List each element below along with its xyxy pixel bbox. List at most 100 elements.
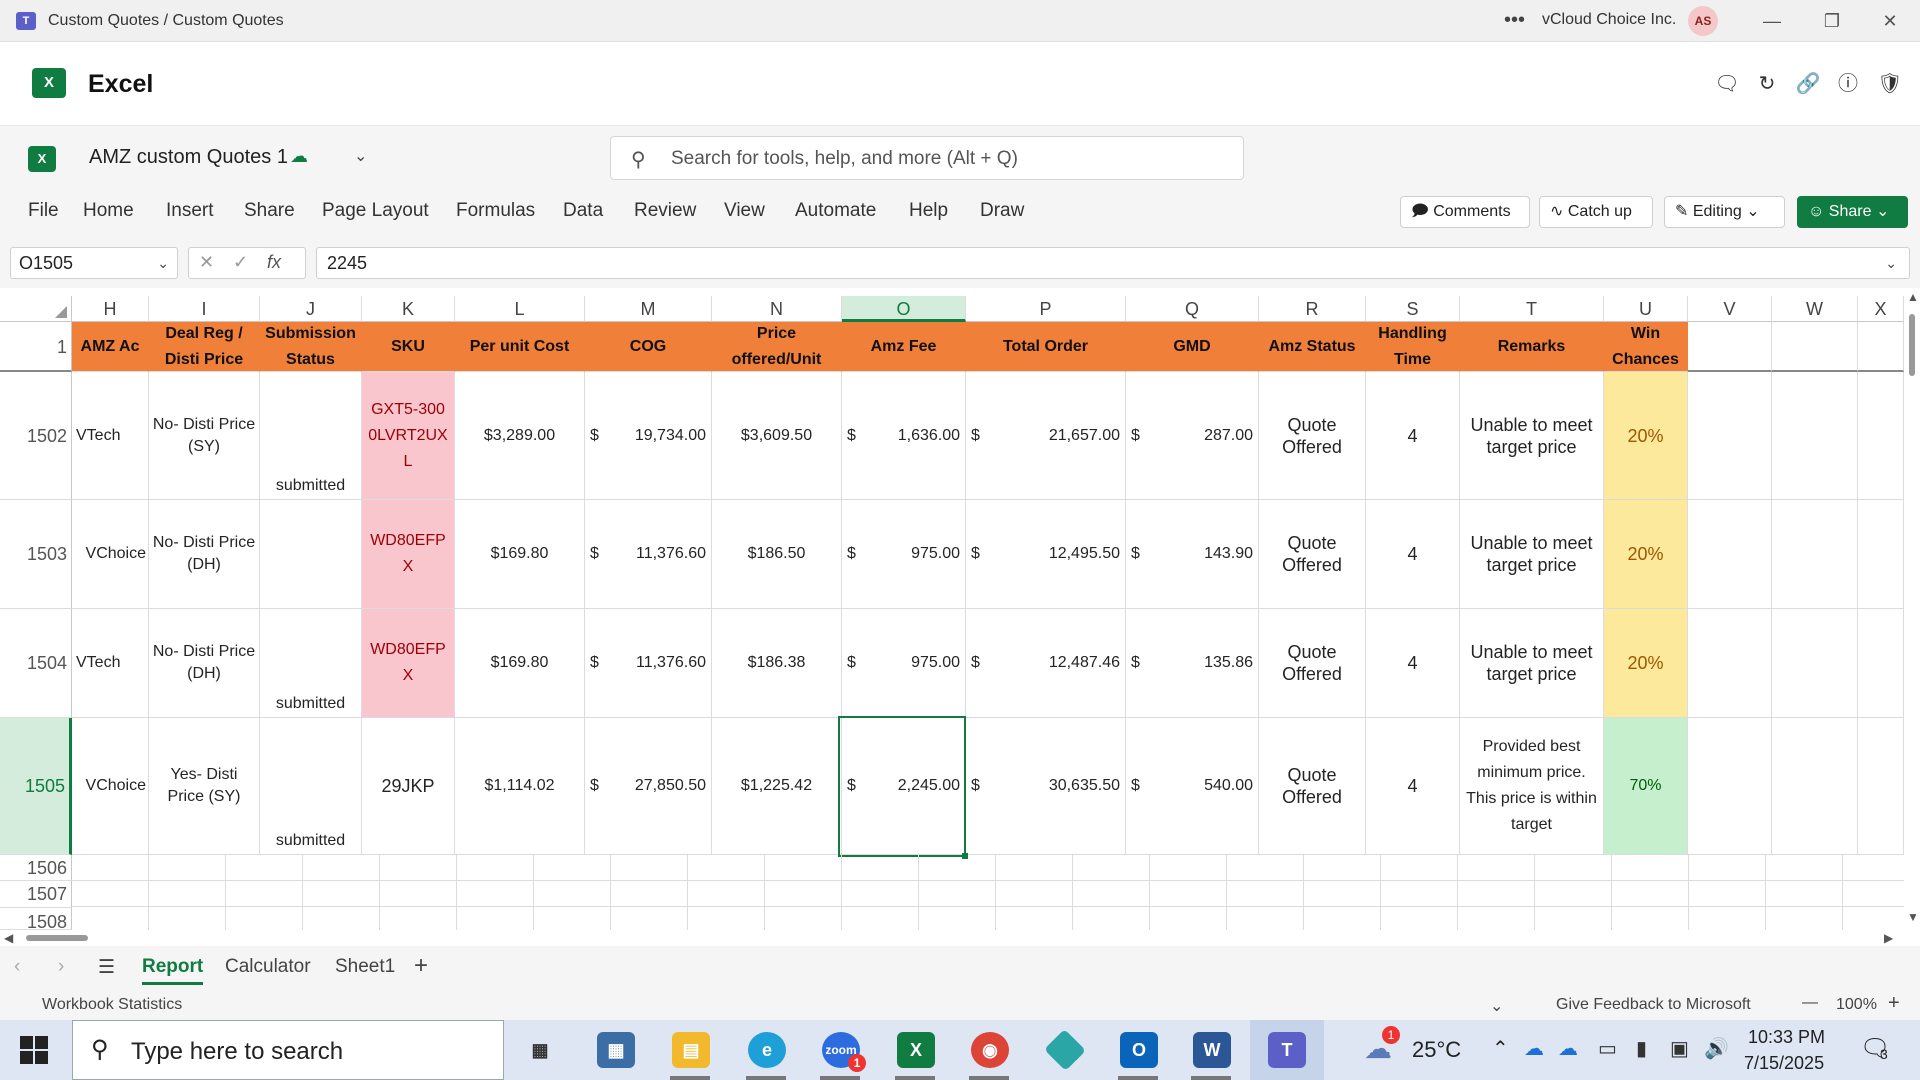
empty-cell[interactable] xyxy=(1688,322,1772,372)
row-header-1506[interactable]: 1506 xyxy=(0,855,72,881)
minimize-icon[interactable]: — xyxy=(1752,6,1792,36)
cell-cog[interactable]: $11,376.60 xyxy=(585,609,712,718)
select-all-corner[interactable] xyxy=(0,296,72,322)
header-total-order[interactable]: Total Order xyxy=(966,322,1126,372)
app-diamond-icon[interactable] xyxy=(1044,1029,1086,1071)
header-submission-status[interactable]: Submission Status xyxy=(260,322,362,372)
restore-icon[interactable]: ❐ xyxy=(1812,6,1852,36)
chat-icon[interactable]: 🗨 xyxy=(1713,70,1741,98)
horizontal-scrollbar[interactable]: ◀ ▶ xyxy=(0,930,1904,946)
vertical-scrollbar[interactable]: ▲ ▼ xyxy=(1904,290,1920,930)
tab-share[interactable]: Share xyxy=(244,200,295,222)
row-header-1508[interactable]: 1508 xyxy=(0,908,72,930)
empty-cell[interactable] xyxy=(1858,322,1904,372)
empty-cell[interactable] xyxy=(1858,372,1904,500)
cell-gmd[interactable]: $540.00 xyxy=(1126,718,1259,855)
cell-win-chances[interactable]: 70% xyxy=(1604,718,1688,855)
cell-per-unit-cost[interactable]: $3,289.00 xyxy=(455,372,585,500)
zoom-out-icon[interactable]: — xyxy=(1802,994,1818,1012)
cell-account[interactable]: VChoice xyxy=(72,718,149,855)
cell-gmd[interactable]: $135.86 xyxy=(1126,609,1259,718)
empty-cell[interactable] xyxy=(1772,609,1858,718)
cell-win-chances[interactable]: 20% xyxy=(1604,609,1688,718)
row-header-1504[interactable]: 1504 xyxy=(0,609,72,718)
col-header-s[interactable]: S xyxy=(1366,296,1460,322)
col-header-t[interactable]: T xyxy=(1460,296,1604,322)
shield-icon[interactable]: 🛡 xyxy=(1876,70,1904,98)
row-header-1507[interactable]: 1507 xyxy=(0,881,72,908)
edge-icon[interactable]: e xyxy=(748,1032,786,1068)
cell-amz-status[interactable]: Quote Offered xyxy=(1259,609,1366,718)
header-amz-account[interactable]: AMZ Ac xyxy=(72,322,149,372)
spreadsheet-grid[interactable]: H I J K L M N O P Q R S T U V W X 1 AMZ … xyxy=(0,296,1920,930)
cell-cog[interactable]: $27,850.50 xyxy=(585,718,712,855)
empty-cell[interactable] xyxy=(1772,500,1858,609)
calculator-icon[interactable]: ▦ xyxy=(597,1032,635,1068)
empty-cell[interactable] xyxy=(1858,718,1904,855)
link-icon[interactable]: 🔗 xyxy=(1794,70,1822,98)
cell-sku[interactable]: WD80EFPX xyxy=(362,500,455,609)
row-header-1502[interactable]: 1502 xyxy=(0,372,72,500)
tab-page-layout[interactable]: Page Layout xyxy=(322,200,429,222)
cell-remarks[interactable]: Unable to meet target price xyxy=(1460,372,1604,500)
next-sheet-icon[interactable]: › xyxy=(58,956,64,978)
cell-per-unit-cost[interactable]: $1,114.02 xyxy=(455,718,585,855)
cancel-icon[interactable]: ✕ xyxy=(199,252,214,273)
function-icon[interactable]: fx xyxy=(267,252,281,273)
cell-handling-time[interactable]: 4 xyxy=(1366,718,1460,855)
cell-win-chances[interactable]: 20% xyxy=(1604,372,1688,500)
zoom-app-icon[interactable]: zoom 1 xyxy=(822,1032,866,1072)
cell-handling-time[interactable]: 4 xyxy=(1366,609,1460,718)
header-amz-fee[interactable]: Amz Fee xyxy=(842,322,966,372)
scroll-down-icon[interactable]: ▼ xyxy=(1907,910,1919,924)
onedrive-business-icon[interactable]: ☁ xyxy=(1558,1036,1578,1061)
col-header-o[interactable]: O xyxy=(842,296,966,322)
empty-cell[interactable] xyxy=(1772,372,1858,500)
cell-submission-status[interactable] xyxy=(260,500,362,609)
header-deal-reg[interactable]: Deal Reg / Disti Price xyxy=(149,322,260,372)
col-header-q[interactable]: Q xyxy=(1126,296,1259,322)
add-sheet-icon[interactable]: + xyxy=(414,952,428,980)
taskbar-search[interactable]: ⚲ Type here to search xyxy=(72,1020,504,1080)
cell-handling-time[interactable]: 4 xyxy=(1366,500,1460,609)
avatar[interactable]: AS xyxy=(1688,6,1718,36)
tray-app-icon[interactable]: ▭ xyxy=(1598,1036,1617,1061)
col-header-k[interactable]: K xyxy=(362,296,455,322)
cell-price-offered[interactable]: $3,609.50 xyxy=(712,372,842,500)
col-header-i[interactable]: I xyxy=(149,296,260,322)
header-price-offered[interactable]: Price offered/Unit xyxy=(712,322,842,372)
prev-sheet-icon[interactable]: ‹ xyxy=(14,956,20,978)
cell-amz-fee[interactable]: $1,636.00 xyxy=(842,372,966,500)
clock-time[interactable]: 10:33 PM xyxy=(1748,1027,1825,1048)
cell-deal-reg[interactable]: Yes- Disti Price (SY) xyxy=(149,718,260,855)
cell-submission-status[interactable]: submitted xyxy=(260,372,362,500)
chevron-down-icon[interactable]: ⌄ xyxy=(354,146,367,166)
document-name[interactable]: AMZ custom Quotes 1 xyxy=(89,146,288,169)
chrome-icon[interactable]: ◉ xyxy=(971,1032,1009,1068)
cell-price-offered[interactable]: $186.38 xyxy=(712,609,842,718)
chevron-down-icon[interactable]: ⌄ xyxy=(1490,996,1503,1016)
cell-account[interactable]: VChoice xyxy=(72,500,149,609)
expand-chevron-icon[interactable]: ⌄ xyxy=(1885,248,1897,278)
cell-amz-status[interactable]: Quote Offered xyxy=(1259,372,1366,500)
cell-per-unit-cost[interactable]: $169.80 xyxy=(455,500,585,609)
cell-amz-status[interactable]: Quote Offered xyxy=(1259,500,1366,609)
col-header-x[interactable]: X xyxy=(1858,296,1904,322)
tab-review[interactable]: Review xyxy=(634,200,696,222)
tab-formulas[interactable]: Formulas xyxy=(456,200,535,222)
onedrive-icon[interactable]: ☁ xyxy=(1524,1036,1544,1061)
col-header-u[interactable]: U xyxy=(1604,296,1688,322)
cell-sku[interactable]: WD80EFPX xyxy=(362,609,455,718)
more-options-icon[interactable]: ••• xyxy=(1504,9,1525,32)
col-header-j[interactable]: J xyxy=(260,296,362,322)
cell-remarks[interactable]: Unable to meet target price xyxy=(1460,500,1604,609)
empty-cell[interactable] xyxy=(1772,322,1858,372)
chevron-up-icon[interactable]: ⌃ xyxy=(1492,1036,1509,1061)
tab-help[interactable]: Help xyxy=(909,200,948,222)
name-box[interactable]: O1505 ⌄ xyxy=(10,247,178,279)
feedback-link[interactable]: Give Feedback to Microsoft xyxy=(1556,996,1751,1014)
cell-remarks[interactable]: Provided best minimum price. This price … xyxy=(1460,718,1604,855)
cell-account[interactable]: VTech xyxy=(72,372,149,500)
volume-icon[interactable]: 🔊 xyxy=(1704,1036,1729,1061)
zoom-level[interactable]: 100% xyxy=(1836,996,1877,1014)
